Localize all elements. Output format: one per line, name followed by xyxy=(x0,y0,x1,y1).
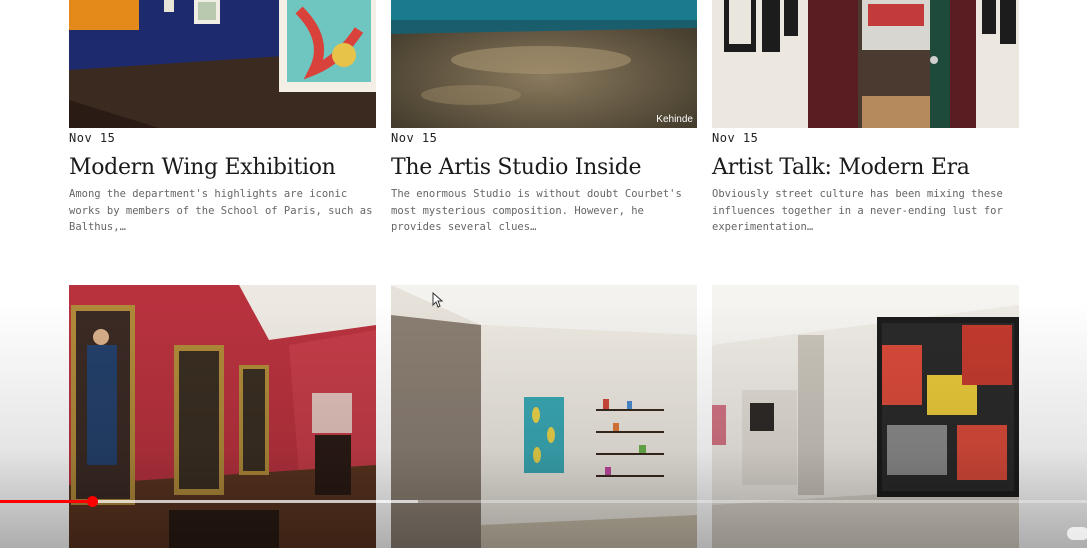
gallery-photo xyxy=(391,285,697,548)
gallery-photo xyxy=(391,0,697,128)
article-title[interactable]: Artist Talk: Modern Era xyxy=(712,155,970,180)
article-image-artist-talk[interactable] xyxy=(712,0,1019,128)
video-played-bar xyxy=(0,500,93,503)
article-title[interactable]: Modern Wing Exhibition xyxy=(69,155,336,180)
mouse-cursor-icon xyxy=(432,292,444,308)
article-title[interactable]: The Artis Studio Inside xyxy=(391,155,642,180)
gallery-photo xyxy=(69,285,376,548)
article-date: Nov 15 xyxy=(391,131,438,145)
article-image-white-gallery[interactable] xyxy=(391,285,697,548)
article-date: Nov 15 xyxy=(712,131,759,145)
autoplay-toggle[interactable] xyxy=(1067,527,1087,540)
gallery-photo xyxy=(69,0,376,128)
gallery-photo xyxy=(712,0,1019,128)
article-excerpt: Among the department's highlights are ic… xyxy=(69,188,373,233)
article-image-red-gallery[interactable] xyxy=(69,285,376,548)
article-image-concrete-gallery[interactable] xyxy=(712,285,1019,548)
article-date: Nov 15 xyxy=(69,131,116,145)
article-excerpt: The enormous Studio is without doubt Cou… xyxy=(391,188,682,233)
article-excerpt: Obviously street culture has been mixing… xyxy=(712,188,1003,233)
image-credit: Kehinde xyxy=(656,114,693,125)
article-image-modern-wing[interactable] xyxy=(69,0,376,128)
article-image-artis-studio[interactable]: Kehinde xyxy=(391,0,697,128)
gallery-photo xyxy=(712,285,1019,548)
video-progress-bar[interactable] xyxy=(0,500,1087,503)
